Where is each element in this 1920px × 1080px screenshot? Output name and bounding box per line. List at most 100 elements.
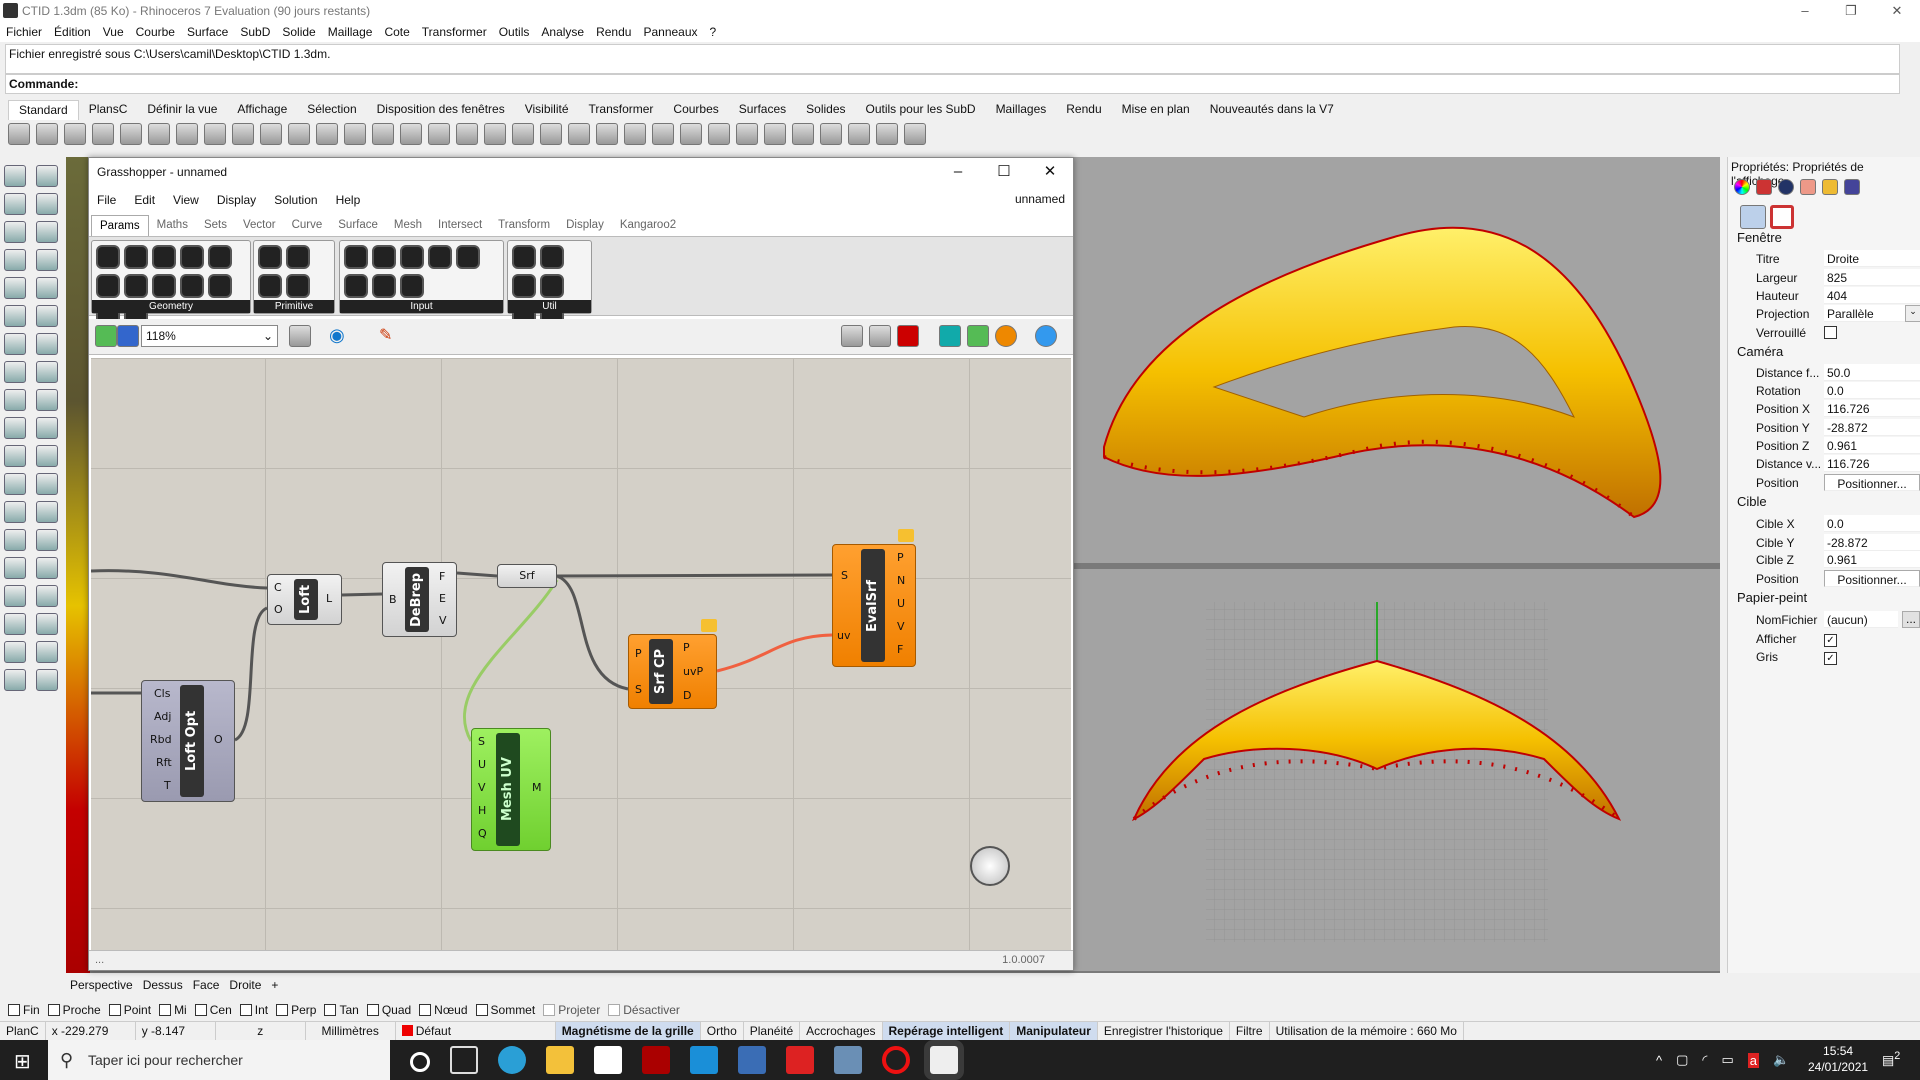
output-U[interactable]: U [897, 597, 905, 610]
toolbar-tool-icon[interactable] [148, 123, 170, 145]
menu-cote[interactable]: Cote [384, 25, 409, 39]
left-toolbar-tool-icon[interactable] [36, 585, 58, 607]
component-icon[interactable] [400, 274, 424, 298]
left-toolbar-tool-icon[interactable] [36, 221, 58, 243]
input-S[interactable]: S [635, 683, 642, 696]
checkbox[interactable] [419, 1004, 432, 1016]
volume-muted-icon[interactable]: 🔈 [1773, 1052, 1789, 1068]
toolbar-tool-icon[interactable] [176, 123, 198, 145]
left-toolbar-tool-icon[interactable] [4, 641, 26, 663]
toggle-magn-tisme-de-la-grille[interactable]: Magnétisme de la grille [555, 1021, 701, 1041]
menu--[interactable]: ? [710, 25, 717, 39]
left-toolbar-tool-icon[interactable] [36, 641, 58, 663]
left-toolbar-tool-icon[interactable] [4, 445, 26, 467]
property-value[interactable]: -28.872 [1824, 419, 1920, 436]
toolbar-tab-rendu[interactable]: Rendu [1056, 100, 1111, 119]
toolbar-tool-icon[interactable] [288, 123, 310, 145]
output-E[interactable]: E [439, 592, 446, 605]
output-F[interactable]: F [897, 643, 903, 656]
checkbox[interactable] [543, 1004, 556, 1016]
group-label[interactable]: Util [508, 300, 591, 313]
left-toolbar-tool-icon[interactable] [36, 333, 58, 355]
opera-icon[interactable] [882, 1046, 910, 1074]
checkbox[interactable] [194, 1004, 207, 1016]
output-L[interactable]: L [326, 592, 332, 605]
wifi-icon[interactable]: ◜ [1702, 1052, 1707, 1068]
viewport-tab-perspective[interactable]: Perspective [70, 978, 133, 992]
toolbar-tool-icon[interactable] [120, 123, 142, 145]
component-icon[interactable] [124, 245, 148, 269]
toolbar-tool-icon[interactable] [792, 123, 814, 145]
input-Rft[interactable]: Rft [156, 756, 172, 769]
gh-tab-display[interactable]: Display [558, 215, 612, 235]
checkbox[interactable] [324, 1004, 337, 1016]
input-S[interactable]: S [478, 735, 485, 748]
calculator-icon[interactable] [834, 1046, 862, 1074]
toolbar-tool-icon[interactable] [456, 123, 478, 145]
file-explorer-icon[interactable] [546, 1046, 574, 1074]
toolbar-tool-icon[interactable] [344, 123, 366, 145]
toggle-rep-rage-intelligent[interactable]: Repérage intelligent [882, 1021, 1011, 1041]
toolbar-tool-icon[interactable] [820, 123, 842, 145]
menu-outils[interactable]: Outils [499, 25, 530, 39]
camera-icon[interactable] [1740, 205, 1766, 229]
layer-indicator[interactable]: Défaut [396, 1021, 556, 1041]
gh-tab-mesh[interactable]: Mesh [386, 215, 430, 235]
input-V[interactable]: V [478, 781, 486, 794]
left-toolbar-tool-icon[interactable] [36, 473, 58, 495]
evalsrf-component[interactable]: EvalSrf S uv P N U V F [832, 544, 916, 667]
left-toolbar-tool-icon[interactable] [36, 501, 58, 523]
left-toolbar-tool-icon[interactable] [4, 585, 26, 607]
environment-tab-icon[interactable] [1778, 179, 1794, 195]
toolbar-tab-transformer[interactable]: Transformer [579, 100, 664, 119]
input-B[interactable]: B [389, 593, 397, 606]
component-icon[interactable] [428, 245, 452, 269]
zoom-extents-icon[interactable] [289, 325, 311, 347]
loftopt-component[interactable]: Loft Opt Cls Adj Rbd Rft T O [141, 680, 235, 802]
input-Cls[interactable]: Cls [154, 687, 170, 700]
gh-menu-help[interactable]: Help [336, 193, 361, 207]
restore-button[interactable]: ❐ [1828, 0, 1874, 22]
menu-fichier[interactable]: Fichier [6, 25, 42, 39]
left-toolbar-tool-icon[interactable] [4, 277, 26, 299]
checkbox[interactable] [239, 1004, 252, 1016]
meshuv-component[interactable]: Mesh UV S U V H Q M [471, 728, 551, 851]
toolbar-tab-nouveaut-s-dans-la-v7[interactable]: Nouveautés dans la V7 [1200, 100, 1344, 119]
viewport-tab-dessus[interactable]: Dessus [143, 978, 183, 992]
toolbar-tool-icon[interactable] [372, 123, 394, 145]
property-checkbox[interactable]: ✓ [1824, 650, 1837, 665]
toolbar-tool-icon[interactable] [876, 123, 898, 145]
component-icon[interactable] [512, 274, 536, 298]
zoom-select[interactable]: 118% ⌄ [141, 325, 278, 347]
toggle-accrochages[interactable]: Accrochages [800, 1021, 883, 1041]
component-icon[interactable] [258, 245, 282, 269]
component-icon[interactable] [372, 245, 396, 269]
left-toolbar-tool-icon[interactable] [36, 165, 58, 187]
input-T[interactable]: T [164, 779, 171, 792]
property-value[interactable]: 0.0 [1824, 515, 1920, 532]
output-M[interactable]: M [532, 781, 542, 794]
app-red-icon[interactable] [642, 1046, 670, 1074]
osnap-désactiver[interactable]: Désactiver [608, 1003, 680, 1017]
mail-icon[interactable] [690, 1046, 718, 1074]
osnap-perp[interactable]: Perp [276, 1003, 316, 1017]
gh-tab-sets[interactable]: Sets [196, 215, 235, 235]
osnap-tan[interactable]: Tan [324, 1003, 359, 1017]
checkbox[interactable] [159, 1004, 172, 1016]
gh-tab-surface[interactable]: Surface [330, 215, 386, 235]
toolbar-tab-mise-en-plan[interactable]: Mise en plan [1112, 100, 1200, 119]
left-toolbar-tool-icon[interactable] [4, 389, 26, 411]
left-toolbar-tool-icon[interactable] [36, 277, 58, 299]
property-value[interactable]: 116.726 [1824, 455, 1920, 472]
gh-tab-maths[interactable]: Maths [149, 215, 196, 235]
toolbar-tab-courbes[interactable]: Courbes [663, 100, 728, 119]
left-toolbar-tool-icon[interactable] [4, 417, 26, 439]
component-icon[interactable] [286, 274, 310, 298]
toolbar-tool-icon[interactable] [260, 123, 282, 145]
toggle-filtre[interactable]: Filtre [1230, 1021, 1270, 1041]
input-H[interactable]: H [478, 804, 486, 817]
viewport-tab-droite[interactable]: Droite [229, 978, 261, 992]
toolbar-tool-icon[interactable] [316, 123, 338, 145]
menu-analyse[interactable]: Analyse [541, 25, 584, 39]
group-label[interactable]: Geometry [92, 300, 250, 313]
